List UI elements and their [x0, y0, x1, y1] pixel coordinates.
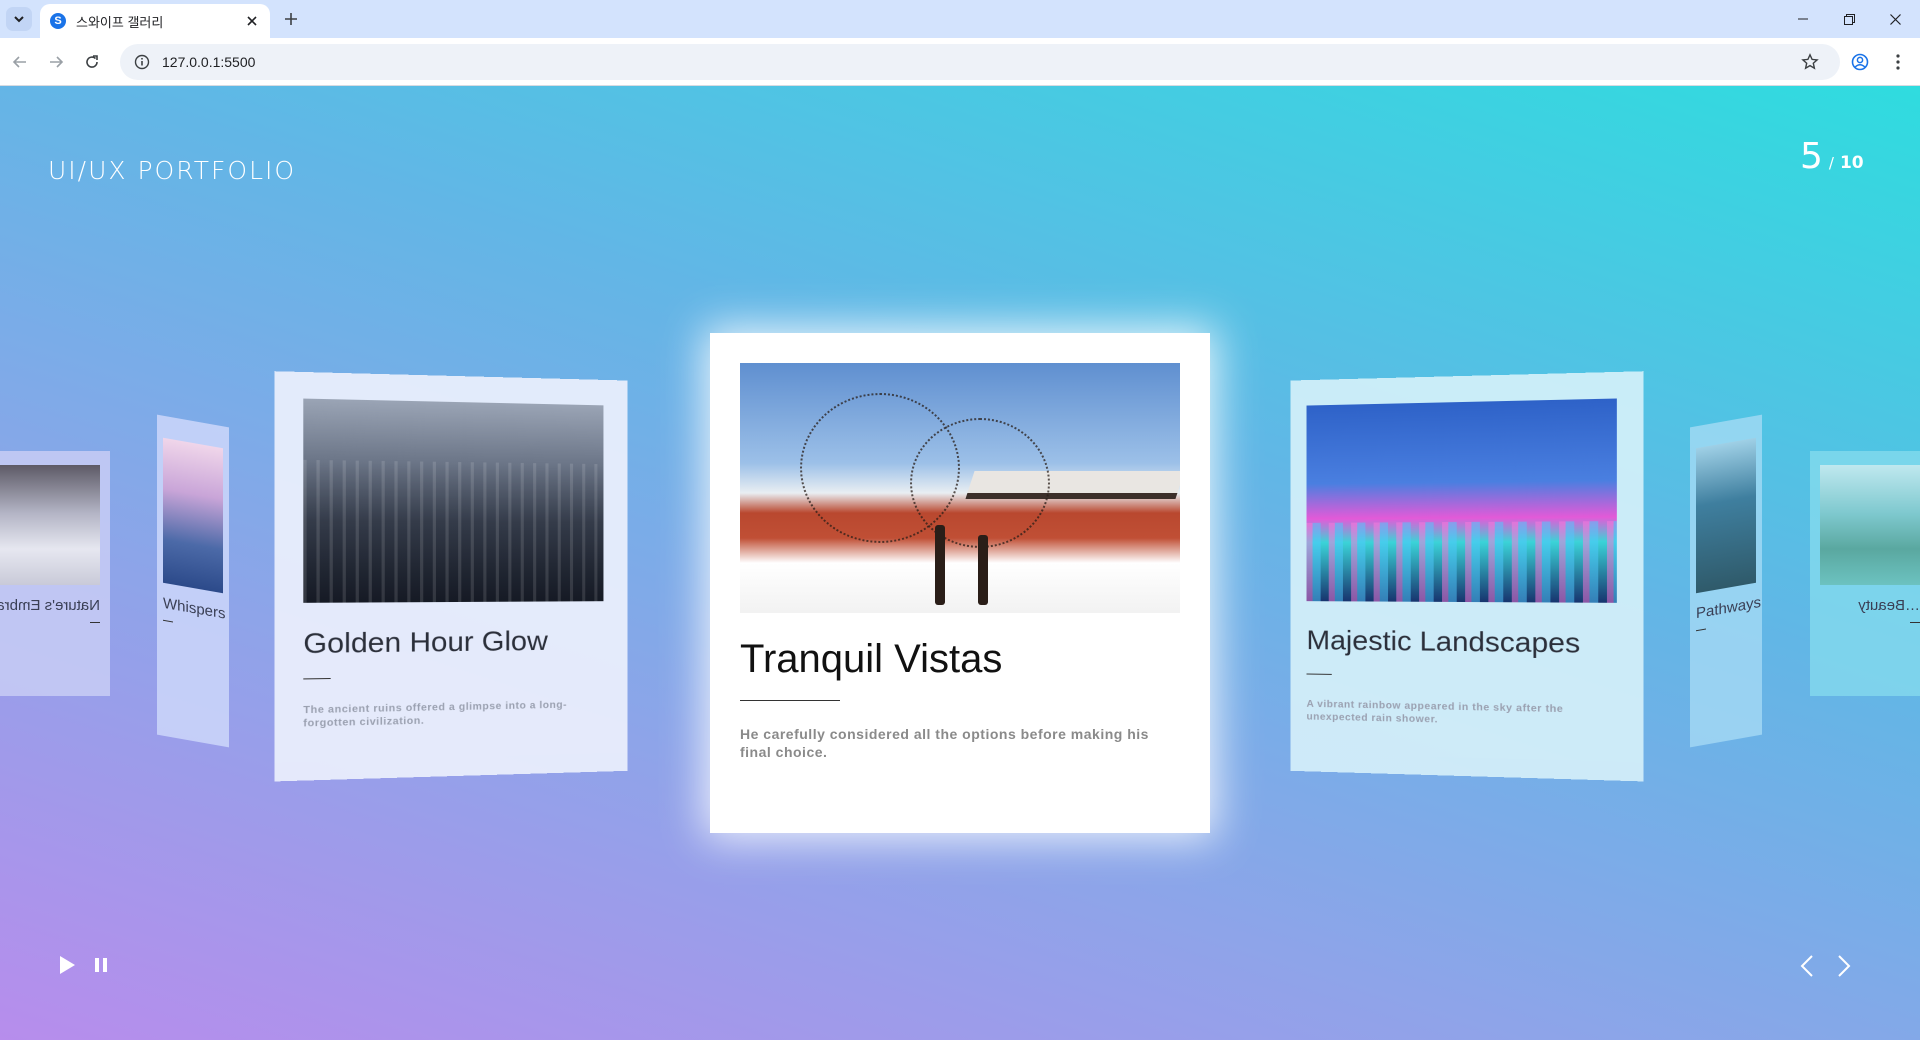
- card-image: [0, 465, 100, 585]
- card-image: [740, 363, 1180, 613]
- gallery-page: UI/UX PORTFOLIO 5 / 10 Nature's Embra… W…: [0, 86, 1920, 1040]
- arrow-left-icon: [12, 56, 26, 68]
- forward-button[interactable]: [44, 50, 68, 74]
- restore-button[interactable]: [1826, 0, 1872, 38]
- reload-button[interactable]: [80, 50, 104, 74]
- gallery-card-right-1[interactable]: Majestic Landscapes A vibrant rainbow ap…: [1290, 371, 1644, 782]
- chevron-down-icon: [14, 16, 24, 23]
- gallery-card-left-1[interactable]: Golden Hour Glow The ancient ruins offer…: [274, 371, 628, 782]
- card-image: [163, 437, 223, 594]
- close-icon: [1889, 13, 1901, 25]
- card-title: Tranquil Vistas: [740, 637, 1003, 681]
- card-title: Golden Hour Glow: [303, 625, 548, 660]
- gallery-card-left-3[interactable]: Nature's Embra…: [0, 451, 110, 696]
- close-icon: [247, 16, 257, 26]
- gallery-card-right-3[interactable]: …Beauty: [1810, 451, 1920, 696]
- card-image: [303, 398, 604, 603]
- card-title: Whispers of the W…: [163, 594, 229, 636]
- card-title: Nature's Embra…: [0, 597, 100, 614]
- chevron-left-icon: [1800, 955, 1813, 977]
- close-window-button[interactable]: [1872, 0, 1918, 38]
- gallery-card-active[interactable]: Tranquil Vistas He carefully considered …: [710, 333, 1210, 833]
- close-tab-button[interactable]: [244, 13, 260, 29]
- pause-button[interactable]: [90, 954, 112, 976]
- reload-icon: [86, 55, 98, 68]
- browser-tab[interactable]: S 스와이프 갤러리: [40, 4, 270, 38]
- minimize-button[interactable]: [1780, 0, 1826, 38]
- card-description: He carefully considered all the options …: [740, 726, 1149, 761]
- restore-icon: [1843, 13, 1855, 25]
- card-image: [1820, 465, 1920, 585]
- browser-tab-strip: S 스와이프 갤러리: [0, 0, 1920, 38]
- tree-branches: [910, 418, 1050, 548]
- next-slide-button[interactable]: [1832, 952, 1856, 980]
- prev-slide-button[interactable]: [1795, 952, 1819, 980]
- card-title: Pathways to Peace: [1696, 583, 1762, 623]
- minimize-icon: [1798, 18, 1808, 20]
- card-title: Majestic Landscapes: [1306, 624, 1581, 659]
- kebab-menu-icon: [1896, 54, 1900, 70]
- tree-trunk: [978, 535, 988, 605]
- site-favicon-icon: S: [50, 13, 66, 29]
- card-description: The ancient ruins offered a glimpse into…: [303, 699, 567, 730]
- card-divider: [163, 619, 173, 623]
- card-image: [1696, 437, 1756, 594]
- back-button[interactable]: [8, 50, 32, 74]
- bookmark-button[interactable]: [1798, 50, 1822, 74]
- swiper-stage[interactable]: Nature's Embra… Whispers of the W… Golde…: [0, 86, 1920, 1040]
- play-button[interactable]: [56, 954, 78, 976]
- pause-icon: [95, 958, 107, 972]
- address-bar[interactable]: 127.0.0.1:5500: [120, 44, 1840, 80]
- gallery-card-right-2[interactable]: Pathways to Peace: [1690, 414, 1762, 748]
- new-tab-button[interactable]: [280, 8, 302, 30]
- tab-search-button[interactable]: [6, 7, 32, 31]
- star-icon: [1801, 53, 1819, 70]
- card-divider: [740, 700, 840, 701]
- chevron-right-icon: [1838, 955, 1851, 977]
- profile-button[interactable]: [1848, 50, 1872, 74]
- browser-menu-button[interactable]: [1886, 50, 1910, 74]
- card-divider: [1696, 628, 1706, 632]
- play-icon: [60, 956, 75, 974]
- card-divider: [1910, 622, 1920, 623]
- card-divider: [303, 677, 331, 680]
- card-image: [1306, 398, 1617, 603]
- tab-title: 스와이프 갤러리: [76, 14, 164, 30]
- url-text: 127.0.0.1:5500: [162, 54, 256, 70]
- card-divider: [90, 622, 100, 623]
- gallery-card-left-2[interactable]: Whispers of the W…: [157, 414, 229, 748]
- profile-icon: [1851, 53, 1869, 71]
- water-reflection: [1306, 521, 1617, 603]
- card-title: …Beauty: [1858, 597, 1920, 614]
- info-icon[interactable]: [134, 54, 150, 70]
- arrow-right-icon: [50, 56, 64, 68]
- plus-icon: [285, 13, 297, 25]
- card-description: A vibrant rainbow appeared in the sky af…: [1306, 698, 1564, 726]
- card-divider: [1306, 673, 1332, 675]
- city-skyline: [303, 459, 604, 603]
- tree-trunk: [935, 525, 945, 605]
- browser-toolbar: 127.0.0.1:5500: [0, 38, 1920, 86]
